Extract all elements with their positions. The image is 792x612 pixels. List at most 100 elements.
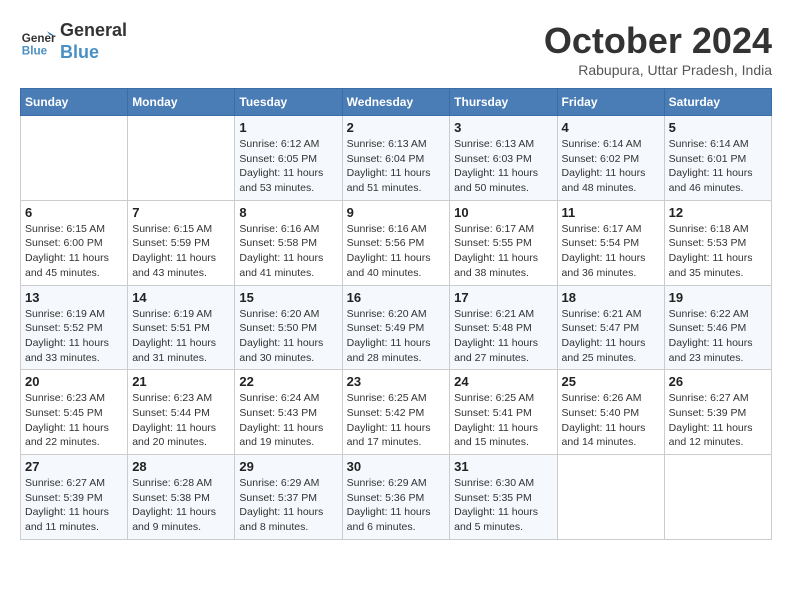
weekday-header-saturday: Saturday <box>664 89 771 116</box>
day-info: Sunrise: 6:28 AM Sunset: 5:38 PM Dayligh… <box>132 476 230 535</box>
day-number: 15 <box>239 290 337 305</box>
day-number: 9 <box>347 205 446 220</box>
weekday-header-friday: Friday <box>557 89 664 116</box>
calendar-cell: 6 Sunrise: 6:15 AM Sunset: 6:00 PM Daylig… <box>21 200 128 285</box>
weekday-header-tuesday: Tuesday <box>235 89 342 116</box>
calendar-cell: 8 Sunrise: 6:16 AM Sunset: 5:58 PM Daylig… <box>235 200 342 285</box>
day-info: Sunrise: 6:19 AM Sunset: 5:52 PM Dayligh… <box>25 307 123 366</box>
day-number: 14 <box>132 290 230 305</box>
day-number: 13 <box>25 290 123 305</box>
logo-text: General Blue <box>60 20 127 63</box>
calendar-cell: 4 Sunrise: 6:14 AM Sunset: 6:02 PM Daylig… <box>557 116 664 201</box>
day-info: Sunrise: 6:24 AM Sunset: 5:43 PM Dayligh… <box>239 391 337 450</box>
day-info: Sunrise: 6:20 AM Sunset: 5:49 PM Dayligh… <box>347 307 446 366</box>
calendar-week-4: 20Sunrise: 6:23 AM Sunset: 5:45 PM Dayli… <box>21 370 772 455</box>
day-number: 24 <box>454 374 552 389</box>
logo: General Blue General Blue <box>20 20 127 63</box>
day-info: Sunrise: 6:27 AM Sunset: 5:39 PM Dayligh… <box>669 391 767 450</box>
title-block: October 2024 Rabupura, Uttar Pradesh, In… <box>544 20 772 78</box>
calendar-cell: 29Sunrise: 6:29 AM Sunset: 5:37 PM Dayli… <box>235 455 342 540</box>
day-info: Sunrise: 6:17 AM Sunset: 5:54 PM Dayligh… <box>562 222 660 281</box>
calendar-cell <box>21 116 128 201</box>
calendar-cell: 13 Sunrise: 6:19 AM Sunset: 5:52 PM Dayli… <box>21 285 128 370</box>
day-info: Sunrise: 6:12 AM Sunset: 6:05 PM Dayligh… <box>239 137 337 196</box>
day-info: Sunrise: 6:29 AM Sunset: 5:36 PM Dayligh… <box>347 476 446 535</box>
calendar-cell: 12 Sunrise: 6:18 AM Sunset: 5:53 PM Dayli… <box>664 200 771 285</box>
day-number: 22 <box>239 374 337 389</box>
day-info: Sunrise: 6:15 AM Sunset: 5:59 PM Dayligh… <box>132 222 230 281</box>
day-number: 16 <box>347 290 446 305</box>
calendar-week-3: 13 Sunrise: 6:19 AM Sunset: 5:52 PM Dayli… <box>21 285 772 370</box>
day-number: 8 <box>239 205 337 220</box>
day-info: Sunrise: 6:18 AM Sunset: 5:53 PM Dayligh… <box>669 222 767 281</box>
day-number: 18 <box>562 290 660 305</box>
calendar-cell <box>128 116 235 201</box>
calendar-cell: 11 Sunrise: 6:17 AM Sunset: 5:54 PM Dayli… <box>557 200 664 285</box>
day-info: Sunrise: 6:23 AM Sunset: 5:45 PM Dayligh… <box>25 391 123 450</box>
calendar-cell: 23Sunrise: 6:25 AM Sunset: 5:42 PM Dayli… <box>342 370 450 455</box>
day-number: 27 <box>25 459 123 474</box>
calendar-cell: 21Sunrise: 6:23 AM Sunset: 5:44 PM Dayli… <box>128 370 235 455</box>
calendar-cell: 22 Sunrise: 6:24 AM Sunset: 5:43 PM Dayli… <box>235 370 342 455</box>
calendar-cell: 30 Sunrise: 6:29 AM Sunset: 5:36 PM Dayli… <box>342 455 450 540</box>
calendar-cell: 26 Sunrise: 6:27 AM Sunset: 5:39 PM Dayli… <box>664 370 771 455</box>
calendar-cell: 10 Sunrise: 6:17 AM Sunset: 5:55 PM Dayli… <box>450 200 557 285</box>
month-title: October 2024 <box>544 20 772 62</box>
day-number: 30 <box>347 459 446 474</box>
logo-general: General <box>60 20 127 40</box>
weekday-header-monday: Monday <box>128 89 235 116</box>
calendar-cell: 15 Sunrise: 6:20 AM Sunset: 5:50 PM Dayli… <box>235 285 342 370</box>
calendar-cell <box>664 455 771 540</box>
day-number: 3 <box>454 120 552 135</box>
day-number: 12 <box>669 205 767 220</box>
calendar-cell: 7 Sunrise: 6:15 AM Sunset: 5:59 PM Daylig… <box>128 200 235 285</box>
day-number: 28 <box>132 459 230 474</box>
day-number: 6 <box>25 205 123 220</box>
day-info: Sunrise: 6:26 AM Sunset: 5:40 PM Dayligh… <box>562 391 660 450</box>
calendar-cell <box>557 455 664 540</box>
calendar-cell: 28 Sunrise: 6:28 AM Sunset: 5:38 PM Dayli… <box>128 455 235 540</box>
calendar-cell: 16 Sunrise: 6:20 AM Sunset: 5:49 PM Dayli… <box>342 285 450 370</box>
calendar-week-1: 1 Sunrise: 6:12 AM Sunset: 6:05 PM Daylig… <box>21 116 772 201</box>
weekday-header-sunday: Sunday <box>21 89 128 116</box>
calendar-cell: 20Sunrise: 6:23 AM Sunset: 5:45 PM Dayli… <box>21 370 128 455</box>
day-info: Sunrise: 6:16 AM Sunset: 5:58 PM Dayligh… <box>239 222 337 281</box>
day-info: Sunrise: 6:25 AM Sunset: 5:41 PM Dayligh… <box>454 391 552 450</box>
calendar-cell: 14Sunrise: 6:19 AM Sunset: 5:51 PM Dayli… <box>128 285 235 370</box>
day-info: Sunrise: 6:14 AM Sunset: 6:02 PM Dayligh… <box>562 137 660 196</box>
calendar-cell: 25Sunrise: 6:26 AM Sunset: 5:40 PM Dayli… <box>557 370 664 455</box>
day-info: Sunrise: 6:14 AM Sunset: 6:01 PM Dayligh… <box>669 137 767 196</box>
calendar-cell: 9Sunrise: 6:16 AM Sunset: 5:56 PM Daylig… <box>342 200 450 285</box>
day-number: 17 <box>454 290 552 305</box>
calendar-cell: 24 Sunrise: 6:25 AM Sunset: 5:41 PM Dayli… <box>450 370 557 455</box>
day-info: Sunrise: 6:13 AM Sunset: 6:04 PM Dayligh… <box>347 137 446 196</box>
day-info: Sunrise: 6:15 AM Sunset: 6:00 PM Dayligh… <box>25 222 123 281</box>
day-info: Sunrise: 6:21 AM Sunset: 5:47 PM Dayligh… <box>562 307 660 366</box>
day-number: 19 <box>669 290 767 305</box>
day-info: Sunrise: 6:25 AM Sunset: 5:42 PM Dayligh… <box>347 391 446 450</box>
calendar-cell: 2 Sunrise: 6:13 AM Sunset: 6:04 PM Daylig… <box>342 116 450 201</box>
weekday-header-thursday: Thursday <box>450 89 557 116</box>
day-info: Sunrise: 6:20 AM Sunset: 5:50 PM Dayligh… <box>239 307 337 366</box>
calendar-table: SundayMondayTuesdayWednesdayThursdayFrid… <box>20 88 772 540</box>
day-number: 11 <box>562 205 660 220</box>
day-info: Sunrise: 6:27 AM Sunset: 5:39 PM Dayligh… <box>25 476 123 535</box>
logo-icon: General Blue <box>20 24 56 60</box>
day-number: 2 <box>347 120 446 135</box>
day-info: Sunrise: 6:17 AM Sunset: 5:55 PM Dayligh… <box>454 222 552 281</box>
day-number: 10 <box>454 205 552 220</box>
calendar-cell: 1 Sunrise: 6:12 AM Sunset: 6:05 PM Daylig… <box>235 116 342 201</box>
day-number: 26 <box>669 374 767 389</box>
calendar-cell: 3Sunrise: 6:13 AM Sunset: 6:03 PM Daylig… <box>450 116 557 201</box>
day-number: 1 <box>239 120 337 135</box>
day-number: 21 <box>132 374 230 389</box>
day-info: Sunrise: 6:21 AM Sunset: 5:48 PM Dayligh… <box>454 307 552 366</box>
day-number: 29 <box>239 459 337 474</box>
calendar-week-5: 27 Sunrise: 6:27 AM Sunset: 5:39 PM Dayli… <box>21 455 772 540</box>
day-number: 5 <box>669 120 767 135</box>
day-number: 4 <box>562 120 660 135</box>
day-number: 31 <box>454 459 552 474</box>
day-info: Sunrise: 6:30 AM Sunset: 5:35 PM Dayligh… <box>454 476 552 535</box>
day-number: 7 <box>132 205 230 220</box>
location-subtitle: Rabupura, Uttar Pradesh, India <box>544 62 772 78</box>
